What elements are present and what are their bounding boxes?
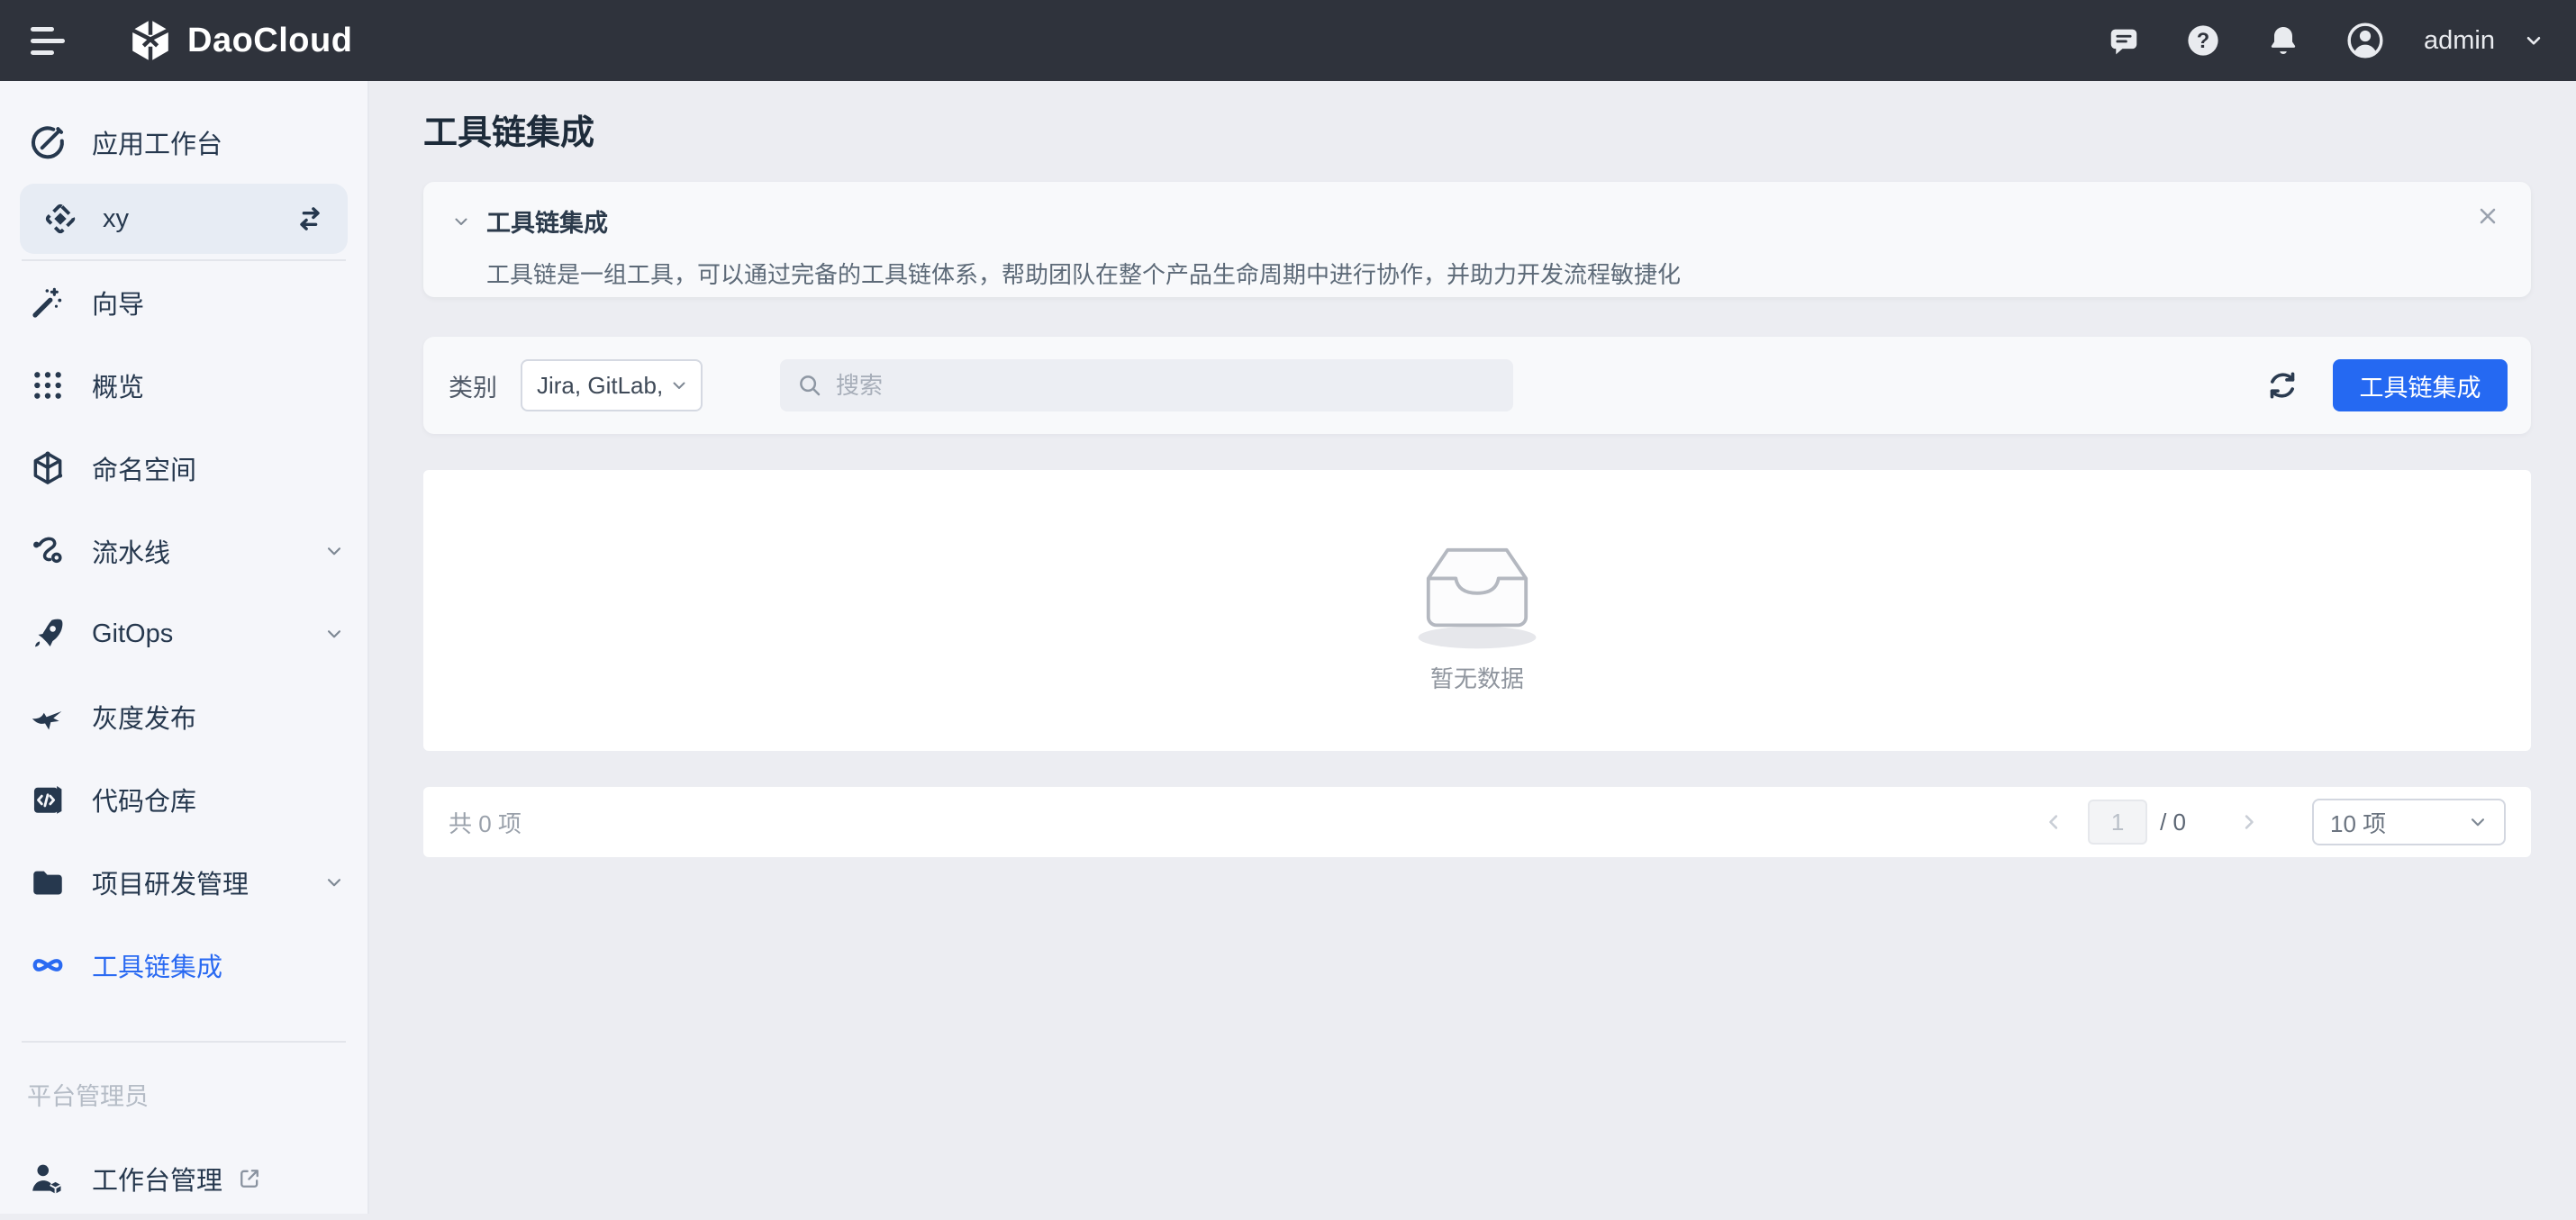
help-icon[interactable]: ? bbox=[2184, 22, 2222, 59]
admin-workbench-icon bbox=[27, 1158, 68, 1199]
sidebar: 应用工作台 xy bbox=[0, 81, 369, 1214]
bell-icon[interactable] bbox=[2265, 23, 2301, 59]
search-box bbox=[780, 359, 1513, 411]
page-size-select[interactable]: 10 项 bbox=[2312, 799, 2506, 845]
search-icon bbox=[796, 372, 823, 399]
toolchain-integrate-button[interactable]: 工具链集成 bbox=[2333, 359, 2508, 411]
pagination-bar: 共 0 项 / 0 10 项 bbox=[423, 787, 2531, 857]
workspace-selector[interactable]: xy bbox=[20, 184, 348, 254]
sidebar-item-label: GitOps bbox=[92, 619, 173, 649]
sidebar-item-label: 概览 bbox=[92, 366, 144, 404]
chevron-down-icon[interactable] bbox=[322, 539, 346, 563]
user-chevron-down-icon[interactable] bbox=[2522, 29, 2545, 52]
avatar-icon[interactable] bbox=[2345, 20, 2386, 61]
chevron-down-icon[interactable] bbox=[322, 871, 346, 894]
banner-description: 工具链是一组工具，可以通过完备的工具链体系，帮助团队在整个产品生命周期中进行协作… bbox=[486, 257, 2499, 290]
category-select[interactable]: Jira, GitLab, Sonar... bbox=[521, 359, 703, 411]
topbar-actions: ? admin bbox=[2107, 20, 2545, 61]
chevron-down-icon bbox=[2466, 810, 2490, 834]
close-icon[interactable] bbox=[2475, 203, 2500, 229]
empty-inbox-icon bbox=[1401, 528, 1554, 654]
svg-text:?: ? bbox=[2197, 30, 2209, 53]
sidebar-item-code-repo[interactable]: 代码仓库 bbox=[0, 758, 367, 841]
sidebar-item-project-management[interactable]: 项目研发管理 bbox=[0, 841, 367, 924]
external-link-icon bbox=[237, 1166, 262, 1191]
page-number-input[interactable] bbox=[2088, 800, 2147, 845]
info-banner: 工具链集成 工具链是一组工具，可以通过完备的工具链体系，帮助团队在整个产品生命周… bbox=[423, 182, 2531, 297]
pipeline-icon bbox=[27, 530, 68, 572]
repo-icon bbox=[27, 779, 68, 820]
message-icon[interactable] bbox=[2107, 23, 2141, 58]
sidebar-item-label: 灰度发布 bbox=[92, 698, 196, 736]
filter-bar: 类别 Jira, GitLab, Sonar... bbox=[423, 337, 2531, 434]
project-icon bbox=[27, 862, 68, 903]
collapse-chevron-icon[interactable] bbox=[450, 211, 472, 232]
product-name: DaoCloud bbox=[187, 22, 352, 60]
sidebar-item-pipeline[interactable]: 流水线 bbox=[0, 510, 367, 592]
sidebar-item-label: 工作台管理 bbox=[92, 1160, 222, 1197]
canary-icon bbox=[27, 696, 68, 737]
search-input[interactable] bbox=[836, 372, 1497, 400]
brand[interactable]: DaoCloud bbox=[126, 16, 352, 65]
sidebar-item-label: 工具链集成 bbox=[92, 946, 222, 984]
workbench-icon bbox=[27, 122, 68, 163]
sidebar-item-wizard[interactable]: 向导 bbox=[0, 261, 367, 344]
sidebar-item-label: 代码仓库 bbox=[92, 781, 196, 818]
page-prev-icon[interactable] bbox=[2041, 809, 2066, 835]
wizard-icon bbox=[27, 282, 68, 323]
sidebar-item-label: 命名空间 bbox=[92, 449, 196, 487]
page-next-icon[interactable] bbox=[2236, 809, 2262, 835]
page-title: 工具链集成 bbox=[423, 110, 2531, 157]
sidebar-item-label: 流水线 bbox=[92, 532, 170, 570]
sidebar-item-label: 向导 bbox=[92, 284, 144, 321]
sidebar-item-workbench[interactable]: 应用工作台 bbox=[0, 101, 367, 184]
main-content: 工具链集成 工具链集成 工具链是一组工具，可以通过完备的工具链体系，帮助团队在整… bbox=[369, 81, 2576, 1214]
workspace-name: xy bbox=[103, 204, 129, 234]
workspace-icon bbox=[41, 200, 79, 238]
swap-workspace-icon[interactable] bbox=[294, 203, 326, 235]
namespace-icon bbox=[27, 447, 68, 489]
chevron-down-icon[interactable] bbox=[322, 622, 346, 646]
banner-title: 工具链集成 bbox=[486, 203, 608, 239]
sidebar-item-label: 应用工作台 bbox=[92, 123, 222, 161]
page-size-value: 10 项 bbox=[2330, 806, 2386, 839]
sidebar-section-label: 平台管理员 bbox=[0, 1043, 367, 1112]
sidebar-item-gitops[interactable]: GitOps bbox=[0, 592, 367, 675]
toolchain-icon bbox=[27, 944, 68, 986]
sidebar-item-label: 项目研发管理 bbox=[92, 863, 249, 901]
sidebar-item-workbench-management[interactable]: 工作台管理 bbox=[0, 1137, 367, 1220]
daocloud-logo-icon bbox=[126, 16, 175, 65]
sidebar-item-toolchain[interactable]: 工具链集成 bbox=[0, 924, 367, 1007]
sidebar-item-namespace[interactable]: 命名空间 bbox=[0, 427, 367, 510]
gitops-icon bbox=[27, 613, 68, 655]
user-name[interactable]: admin bbox=[2424, 26, 2495, 56]
menu-icon[interactable] bbox=[31, 20, 67, 62]
page-count: / 0 bbox=[2160, 809, 2186, 836]
toolchain-list-empty: 暂无数据 bbox=[423, 470, 2531, 751]
sidebar-item-canary-release[interactable]: 灰度发布 bbox=[0, 675, 367, 758]
category-label: 类别 bbox=[449, 368, 497, 403]
topbar: DaoCloud ? bbox=[0, 0, 2576, 81]
overview-icon bbox=[27, 365, 68, 406]
total-count: 共 0 项 bbox=[449, 806, 522, 839]
empty-state-text: 暂无数据 bbox=[1430, 661, 1524, 694]
sidebar-item-overview[interactable]: 概览 bbox=[0, 344, 367, 427]
chevron-down-icon bbox=[668, 375, 690, 396]
category-select-value: Jira, GitLab, Sonar... bbox=[537, 372, 668, 400]
refresh-icon[interactable] bbox=[2264, 367, 2300, 403]
